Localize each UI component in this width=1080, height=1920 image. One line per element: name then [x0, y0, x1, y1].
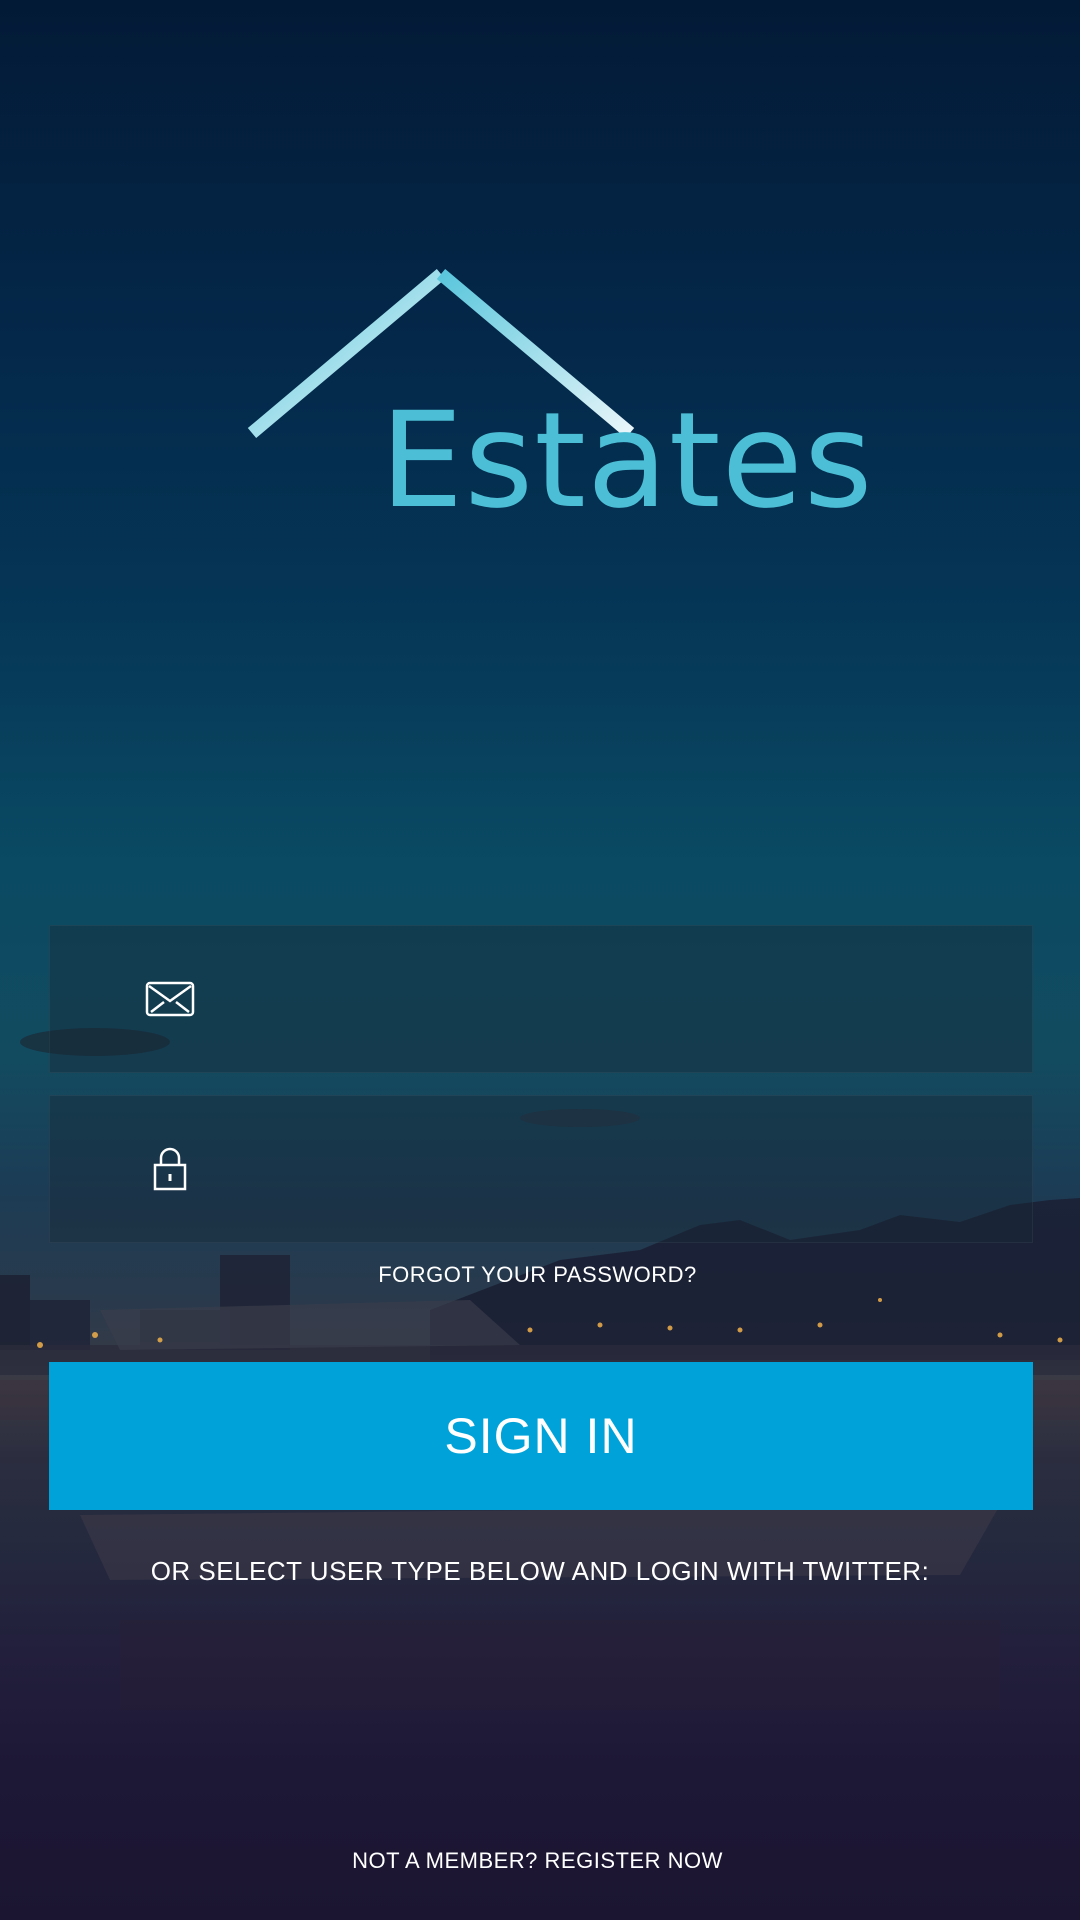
password-input[interactable]: [200, 1095, 1032, 1243]
register-link[interactable]: NOT A MEMBER? REGISTER NOW: [0, 1848, 1075, 1874]
twitter-login-prompt: OR SELECT USER TYPE BELOW AND LOGIN WITH…: [150, 1556, 930, 1586]
forgot-password-link[interactable]: FORGOT YOUR PASSWORD?: [0, 1262, 1075, 1288]
email-input[interactable]: [200, 925, 1032, 1073]
brand-name: Estates: [380, 384, 874, 538]
email-field[interactable]: [49, 925, 1033, 1073]
sign-in-button[interactable]: SIGN IN: [49, 1362, 1033, 1510]
lock-icon: [140, 1139, 200, 1199]
envelope-icon: [140, 969, 200, 1029]
password-field[interactable]: [49, 1095, 1033, 1243]
